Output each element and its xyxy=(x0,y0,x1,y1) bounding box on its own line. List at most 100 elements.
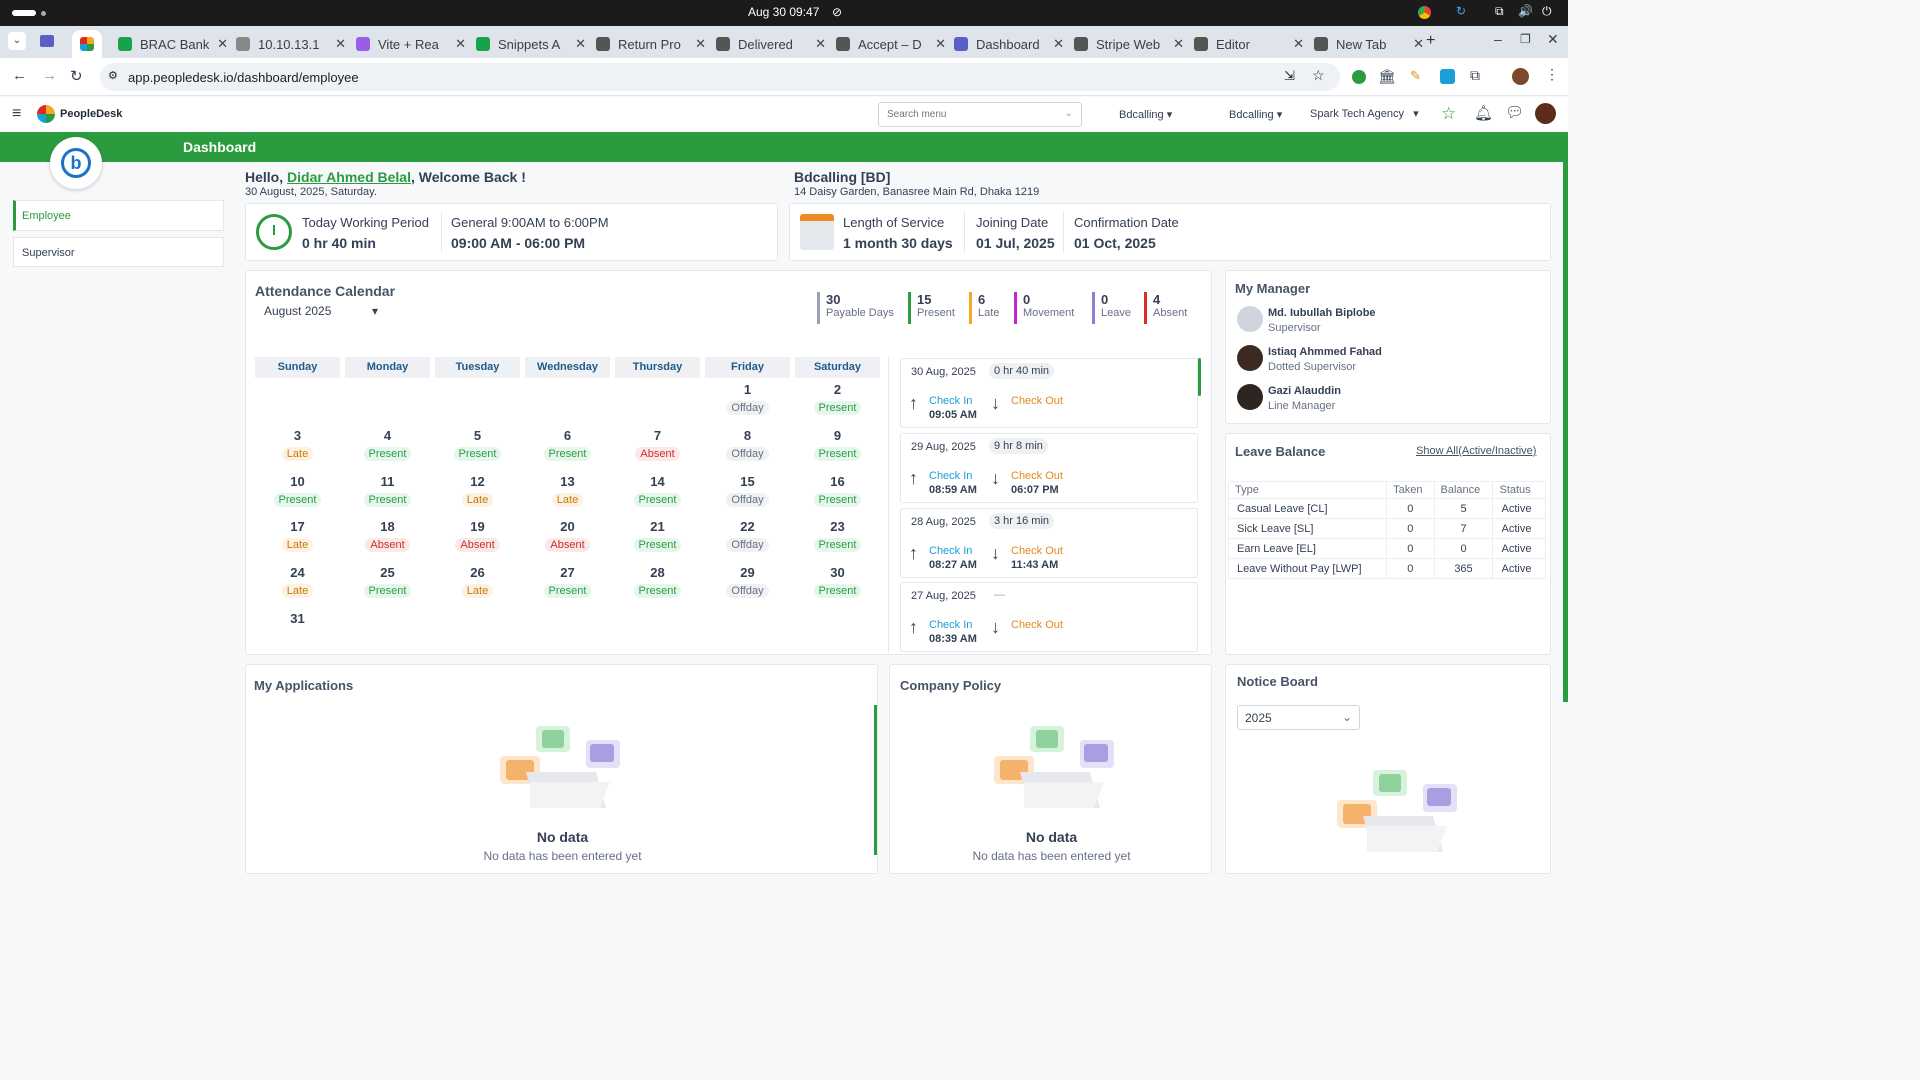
manager-name[interactable]: Istiaq Ahmmed Fahad xyxy=(1268,346,1382,358)
tab-close-icon[interactable]: ✕ xyxy=(335,36,346,52)
page-scrollbar[interactable] xyxy=(1563,162,1568,702)
calendar-day[interactable]: 28 Present xyxy=(615,565,700,599)
browser-tab[interactable]: BRAC Bank ✕ xyxy=(110,30,228,58)
log-scrollbar[interactable] xyxy=(1198,358,1201,396)
calendar-day[interactable]: 10 Present xyxy=(255,474,340,508)
browser-tab[interactable]: Editor ✕ xyxy=(1186,30,1304,58)
manager-name[interactable]: Md. Iubullah Biplobe xyxy=(1268,307,1376,319)
browser-tab[interactable]: 10.10.13.1 ✕ xyxy=(228,30,346,58)
tab-search-icon[interactable]: ⌄ xyxy=(8,32,26,50)
calendar-day[interactable]: 23 Present xyxy=(795,519,880,553)
favorite-star-icon[interactable]: ☆ xyxy=(1441,104,1456,124)
browser-tab[interactable]: Delivered ✕ xyxy=(708,30,826,58)
calendar-day[interactable]: 21 Present xyxy=(615,519,700,553)
extension-pen-icon[interactable]: ✎ xyxy=(1410,68,1421,84)
address-bar[interactable]: ⚙ app.peopledesk.io/dashboard/employee ⇲… xyxy=(100,63,1340,91)
tab-close-icon[interactable]: ✕ xyxy=(1293,36,1304,52)
attendance-log-entry[interactable]: 30 Aug, 2025 0 hr 40 min ↑ Check In 09:0… xyxy=(900,358,1198,428)
tab-close-icon[interactable]: ✕ xyxy=(217,36,228,52)
maximize-button[interactable]: ❐ xyxy=(1520,32,1531,46)
browser-tab[interactable]: Snippets A ✕ xyxy=(468,30,586,58)
calendar-day[interactable]: 4 Present xyxy=(345,428,430,462)
attendance-log-entry[interactable]: 29 Aug, 2025 9 hr 8 min ↑ Check In 08:59… xyxy=(900,433,1198,503)
calendar-day[interactable]: 17 Late xyxy=(255,519,340,553)
attendance-log-entry[interactable]: 27 Aug, 2025 — ↑ Check In 08:39 AM ↓ Che… xyxy=(900,582,1198,652)
org-select-3[interactable]: Spark Tech Agency ▾ xyxy=(1310,107,1419,120)
reload-icon[interactable]: ↻ xyxy=(70,67,83,85)
forward-icon[interactable]: → xyxy=(42,67,57,84)
calendar-day[interactable]: 8 Offday xyxy=(705,428,790,462)
site-info-icon[interactable]: ⚙ xyxy=(108,69,118,82)
tab-close-icon[interactable]: ✕ xyxy=(815,36,826,52)
tab-active-app[interactable] xyxy=(72,30,102,58)
network-icon[interactable]: ⧉ xyxy=(1495,4,1504,19)
browser-tab[interactable]: Stripe Web ✕ xyxy=(1066,30,1184,58)
applications-scrollbar[interactable] xyxy=(874,705,877,855)
month-select[interactable]: August 2025 ▾ xyxy=(264,304,384,318)
calendar-day[interactable]: 1 Offday xyxy=(705,382,790,416)
tab-close-icon[interactable]: ✕ xyxy=(1173,36,1184,52)
profile-avatar[interactable] xyxy=(1512,68,1529,85)
tab-close-icon[interactable]: ✕ xyxy=(455,36,466,52)
message-icon[interactable]: 💬︎ xyxy=(1505,103,1524,121)
calendar-day[interactable]: 9 Present xyxy=(795,428,880,462)
tab-close-icon[interactable]: ✕ xyxy=(1413,36,1424,52)
calendar-day[interactable]: 24 Late xyxy=(255,565,340,599)
extension-green-icon[interactable] xyxy=(1352,70,1366,84)
show-all-link[interactable]: Show All(Active/Inactive) xyxy=(1416,445,1536,457)
attendance-log-entry[interactable]: 28 Aug, 2025 3 hr 16 min ↑ Check In 08:2… xyxy=(900,508,1198,578)
workspace-indicator[interactable] xyxy=(12,10,36,16)
browser-tab[interactable]: Dashboard ✕ xyxy=(946,30,1064,58)
search-menu[interactable]: ⌄ xyxy=(878,102,1082,127)
org-select-1[interactable]: Bdcalling ▾ xyxy=(1119,108,1172,121)
tab-close-icon[interactable]: ✕ xyxy=(695,36,706,52)
calendar-day[interactable]: 7 Absent xyxy=(615,428,700,462)
calendar-day[interactable]: 22 Offday xyxy=(705,519,790,553)
browser-menu-icon[interactable]: ⋮ xyxy=(1545,66,1559,83)
org-select-2[interactable]: Bdcalling ▾ xyxy=(1229,108,1282,121)
browser-tab[interactable]: Accept – D ✕ xyxy=(828,30,946,58)
extension-f-icon[interactable] xyxy=(1440,69,1455,84)
user-avatar[interactable] xyxy=(1535,103,1556,124)
calendar-day[interactable]: 19 Absent xyxy=(435,519,520,553)
sync-icon[interactable]: ↻ xyxy=(1456,4,1466,18)
tab-close-icon[interactable]: ✕ xyxy=(935,36,946,52)
calendar-day[interactable]: 5 Present xyxy=(435,428,520,462)
back-icon[interactable]: ← xyxy=(12,67,27,84)
calendar-day[interactable]: 14 Present xyxy=(615,474,700,508)
calendar-day[interactable]: 27 Present xyxy=(525,565,610,599)
close-window-button[interactable]: ✕ xyxy=(1547,31,1559,48)
tab-close-icon[interactable]: ✕ xyxy=(575,36,586,52)
clock[interactable]: Aug 30 09:47 xyxy=(748,5,819,19)
sidebar-item-supervisor[interactable]: Supervisor xyxy=(13,237,224,267)
calendar-day[interactable]: 18 Absent xyxy=(345,519,430,553)
power-icon[interactable]: ⏻ xyxy=(1542,4,1552,19)
install-icon[interactable]: ⇲ xyxy=(1284,68,1295,84)
notice-year-select[interactable]: 2025 ⌄ xyxy=(1237,705,1360,730)
bookmark-star-icon[interactable]: ☆ xyxy=(1312,67,1325,84)
sidebar-item-employee[interactable]: Employee xyxy=(13,200,224,231)
volume-icon[interactable]: 🔊 xyxy=(1518,4,1533,18)
calendar-day[interactable]: 12 Late xyxy=(435,474,520,508)
teams-tab-icon[interactable] xyxy=(40,35,54,47)
calendar-day[interactable]: 16 Present xyxy=(795,474,880,508)
calendar-day[interactable]: 20 Absent xyxy=(525,519,610,553)
tab-close-icon[interactable]: ✕ xyxy=(1053,36,1064,52)
chrome-tray-icon[interactable] xyxy=(1418,6,1431,19)
hamburger-menu-icon[interactable]: ≡ xyxy=(12,105,21,123)
calendar-day[interactable]: 13 Late xyxy=(525,474,610,508)
browser-tab[interactable]: Vite + Rea ✕ xyxy=(348,30,466,58)
browser-tab[interactable]: New Tab ✕ xyxy=(1306,30,1424,58)
calendar-day[interactable]: 26 Late xyxy=(435,565,520,599)
calendar-day[interactable]: 6 Present xyxy=(525,428,610,462)
search-menu-input[interactable] xyxy=(887,109,1057,120)
calendar-day[interactable]: 29 Offday xyxy=(705,565,790,599)
calendar-day[interactable]: 2 Present xyxy=(795,382,880,416)
calendar-day[interactable]: 25 Present xyxy=(345,565,430,599)
calendar-day[interactable]: 11 Present xyxy=(345,474,430,508)
employee-name-link[interactable]: Didar Ahmed Belal xyxy=(287,169,411,185)
extensions-puzzle-icon[interactable]: ⧉ xyxy=(1470,67,1480,84)
calendar-day[interactable]: 31 xyxy=(255,611,340,626)
minimize-button[interactable]: – xyxy=(1494,31,1502,47)
extension-building-icon[interactable]: 🏛 xyxy=(1378,68,1396,85)
